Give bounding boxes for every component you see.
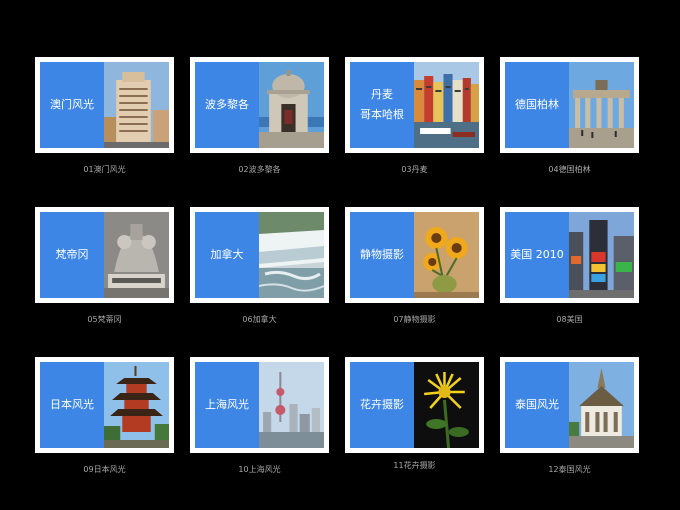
tile-title: 梵帝冈 bbox=[40, 212, 104, 298]
album-grid: 澳门风光 01澳门风光 波多黎各 02波多黎各 丹麦 哥本哈根 03丹麦 德国柏… bbox=[0, 0, 680, 510]
tile-title: 加拿大 bbox=[195, 212, 259, 298]
tile-title-line: 梵帝冈 bbox=[55, 248, 89, 261]
album-caption: 06加拿大 bbox=[242, 315, 277, 324]
brandenburg-gate-photo bbox=[569, 62, 634, 148]
album-caption: 11花卉摄影 bbox=[393, 461, 436, 470]
tile-title: 德国柏林 bbox=[505, 62, 569, 148]
niagara-falls-photo bbox=[259, 212, 324, 298]
tile-title: 泰国风光 bbox=[505, 362, 569, 448]
tile-title-line: 泰国风光 bbox=[515, 398, 559, 411]
album-caption: 12泰国风光 bbox=[548, 465, 591, 474]
album-caption: 04德国柏林 bbox=[548, 165, 591, 174]
tile-title-line: 德国柏林 bbox=[515, 98, 559, 111]
tile-title-line: 美国 2010 bbox=[510, 248, 564, 261]
album-caption: 10上海风光 bbox=[238, 465, 281, 474]
tile-title: 澳门风光 bbox=[40, 62, 104, 148]
album-tile-07[interactable]: 静物摄影 bbox=[345, 207, 484, 303]
thai-temple-photo bbox=[569, 362, 634, 448]
album-caption: 01澳门风光 bbox=[83, 165, 126, 174]
album-caption: 03丹麦 bbox=[401, 165, 428, 174]
tile-title-line: 哥本哈根 bbox=[360, 108, 404, 121]
macau-hotel-photo bbox=[104, 62, 169, 148]
album-tile-06[interactable]: 加拿大 bbox=[190, 207, 329, 303]
tile-title-line: 日本风光 bbox=[50, 398, 94, 411]
tile-title: 花卉摄影 bbox=[350, 362, 414, 448]
vatican-statue-photo bbox=[104, 212, 169, 298]
puerto-rico-watchtower-photo bbox=[259, 62, 324, 148]
album-tile-02[interactable]: 波多黎各 bbox=[190, 57, 329, 153]
tile-title-line: 丹麦 bbox=[371, 88, 393, 101]
tile-title: 静物摄影 bbox=[350, 212, 414, 298]
shanghai-skyline-photo bbox=[259, 362, 324, 448]
tile-title: 波多黎各 bbox=[195, 62, 259, 148]
tile-title: 日本风光 bbox=[40, 362, 104, 448]
tile-title: 丹麦 哥本哈根 bbox=[350, 62, 414, 148]
tile-title: 上海风光 bbox=[195, 362, 259, 448]
album-tile-05[interactable]: 梵帝冈 bbox=[35, 207, 174, 303]
pagoda-photo bbox=[104, 362, 169, 448]
album-tile-04[interactable]: 德国柏林 bbox=[500, 57, 639, 153]
tile-title-line: 澳门风光 bbox=[50, 98, 94, 111]
album-caption: 07静物摄影 bbox=[393, 315, 436, 324]
chrysanthemum-photo bbox=[414, 362, 479, 448]
album-caption: 08美国 bbox=[556, 315, 583, 324]
album-tile-08[interactable]: 美国 2010 bbox=[500, 207, 639, 303]
tile-title-line: 静物摄影 bbox=[360, 248, 404, 261]
album-caption: 02波多黎各 bbox=[238, 165, 281, 174]
tile-title-line: 波多黎各 bbox=[205, 98, 249, 111]
tile-title-line: 加拿大 bbox=[210, 248, 244, 261]
album-tile-03[interactable]: 丹麦 哥本哈根 bbox=[345, 57, 484, 153]
album-tile-01[interactable]: 澳门风光 bbox=[35, 57, 174, 153]
copenhagen-harbor-photo bbox=[414, 62, 479, 148]
album-caption: 09日本风光 bbox=[83, 465, 126, 474]
album-tile-10[interactable]: 上海风光 bbox=[190, 357, 329, 453]
album-caption: 05梵蒂冈 bbox=[87, 315, 122, 324]
sunflowers-photo bbox=[414, 212, 479, 298]
times-square-photo bbox=[569, 212, 634, 298]
tile-title-line: 上海风光 bbox=[205, 398, 249, 411]
album-tile-12[interactable]: 泰国风光 bbox=[500, 357, 639, 453]
album-tile-11[interactable]: 花卉摄影 bbox=[345, 357, 484, 453]
album-tile-09[interactable]: 日本风光 bbox=[35, 357, 174, 453]
tile-title: 美国 2010 bbox=[505, 212, 569, 298]
tile-title-line: 花卉摄影 bbox=[360, 398, 404, 411]
